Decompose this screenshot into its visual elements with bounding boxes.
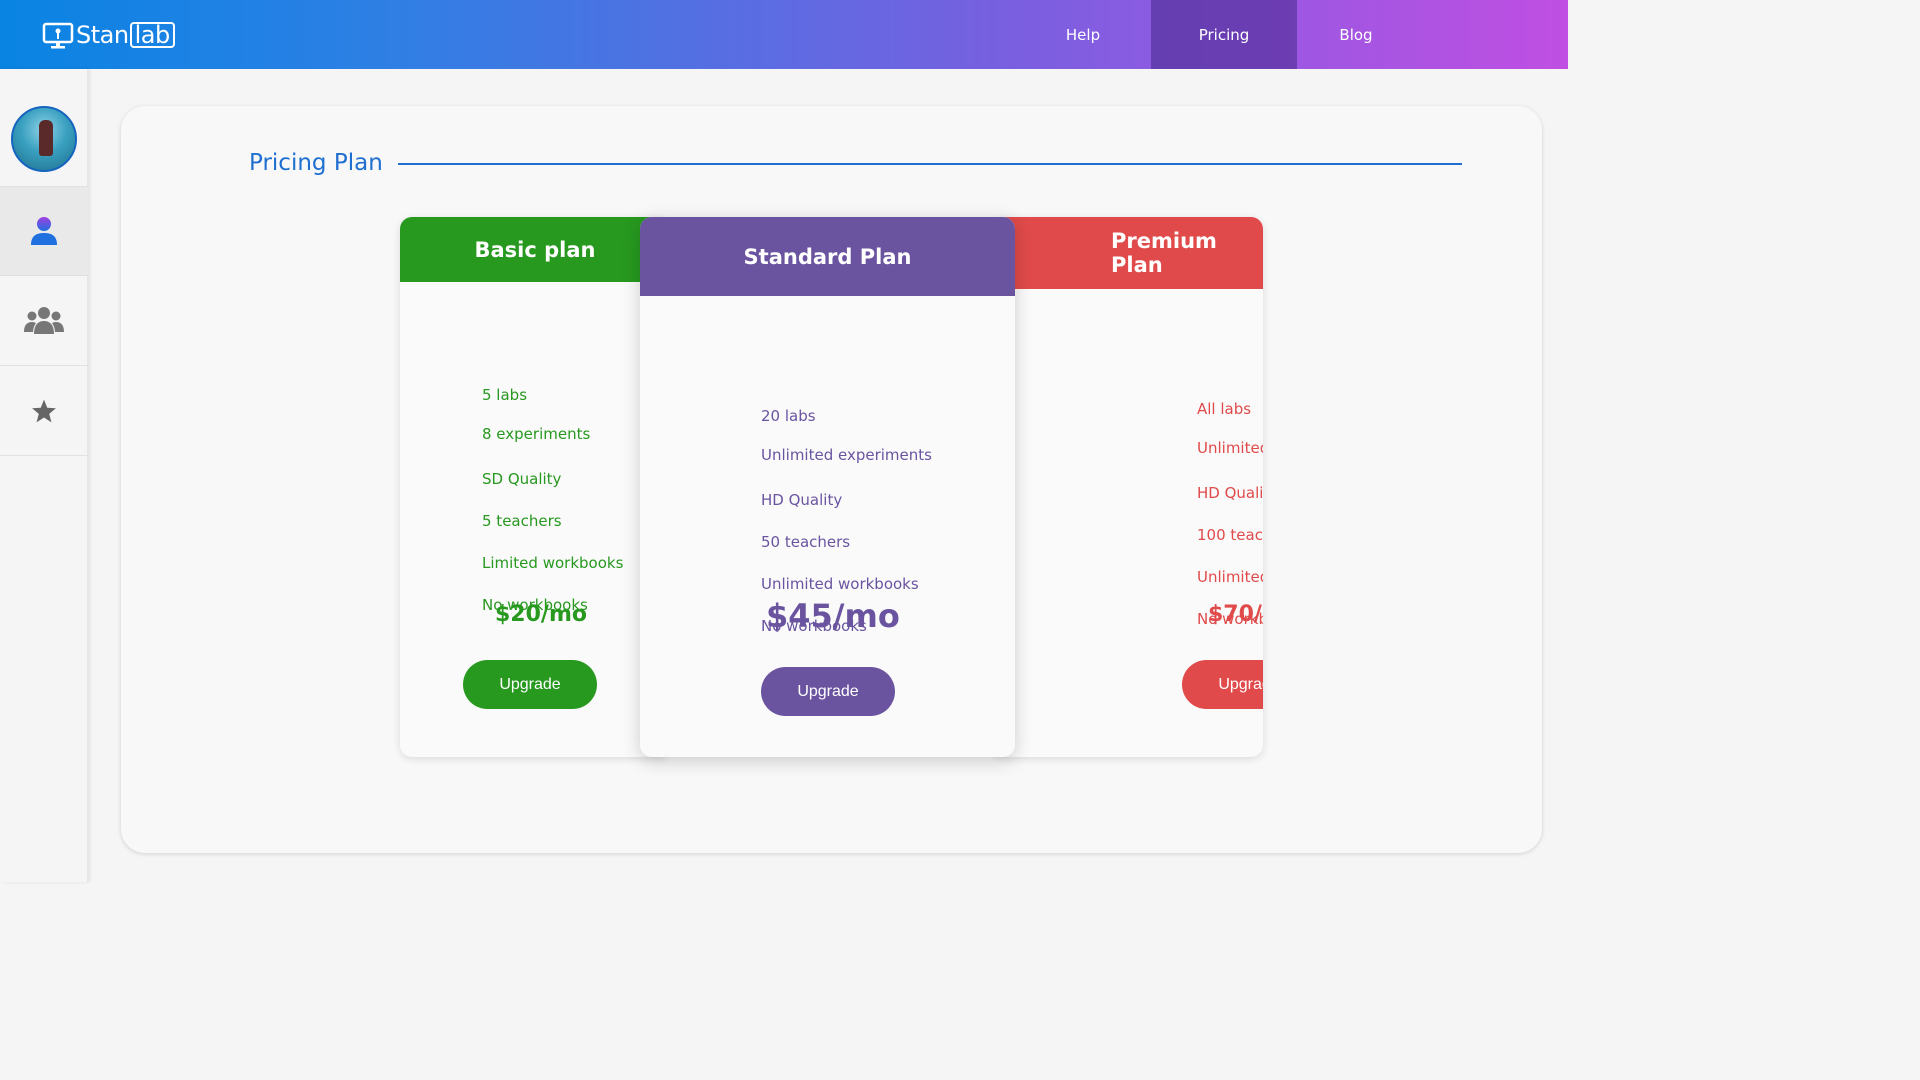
plan-header: Basic plan [400,217,670,282]
page-title: Pricing Plan [249,150,383,176]
sidebar-item-profile[interactable] [0,186,88,276]
plan-price: $45/mo [766,597,900,635]
sidebar [0,69,88,882]
nav-help[interactable]: Help [1015,0,1151,69]
feature-item: All labs [1197,400,1252,418]
star-icon [32,399,56,422]
feature-item: 5 labs [482,386,528,404]
nav-pricing[interactable]: Pricing [1151,0,1297,69]
main-card: Pricing Plan Basic plan 5 labs 8 experim… [121,106,1542,853]
feature-item: Unlimited workbooks [1197,568,1263,586]
feature-item: Unlimited experiments [1197,439,1263,457]
plan-card-standard: Standard Plan 20 labs Unlimited experime… [640,217,1015,757]
plan-card-premium: Premium Plan All labs Unlimited experime… [991,217,1263,757]
feature-item: Unlimited experiments [761,446,932,464]
plan-header: Premium Plan [991,217,1263,289]
stanlab-logo[interactable]: Stan lab [42,20,175,50]
title-divider [398,163,1462,165]
logo-text-prefix: Stan [76,21,129,49]
nav-blog[interactable]: Blog [1297,0,1415,69]
feature-item: HD Quality [1197,484,1263,502]
top-navbar: Stan lab Help Pricing Blog [0,0,1568,69]
monitor-icon [42,22,74,49]
sidebar-item-groups[interactable] [0,276,88,366]
user-icon [31,217,57,245]
plan-price: $70/mo [1208,602,1263,627]
upgrade-button-standard[interactable]: Upgrade [761,667,895,716]
upgrade-button-basic[interactable]: Upgrade [463,660,597,709]
avatar[interactable] [11,106,77,172]
feature-item: 8 experiments [482,425,591,443]
feature-item: Limited workbooks [482,554,624,572]
feature-item: HD Quality [761,491,843,509]
sidebar-item-favorites[interactable] [0,366,88,456]
feature-item: SD Quality [482,470,562,488]
group-icon [24,306,64,334]
plan-header: Standard Plan [640,217,1015,296]
plan-price: $20/mo [495,602,587,627]
upgrade-button-premium[interactable]: Upgrade [1182,660,1263,709]
feature-item: Unlimited workbooks [761,575,919,593]
logo-text-boxed: lab [129,22,175,48]
feature-item: 100 teachers [1197,526,1263,544]
plan-card-basic: Basic plan 5 labs 8 experiments SD Quali… [400,217,670,757]
feature-item: 20 labs [761,407,816,425]
feature-item: 5 teachers [482,512,562,530]
feature-item: 50 teachers [761,533,851,551]
